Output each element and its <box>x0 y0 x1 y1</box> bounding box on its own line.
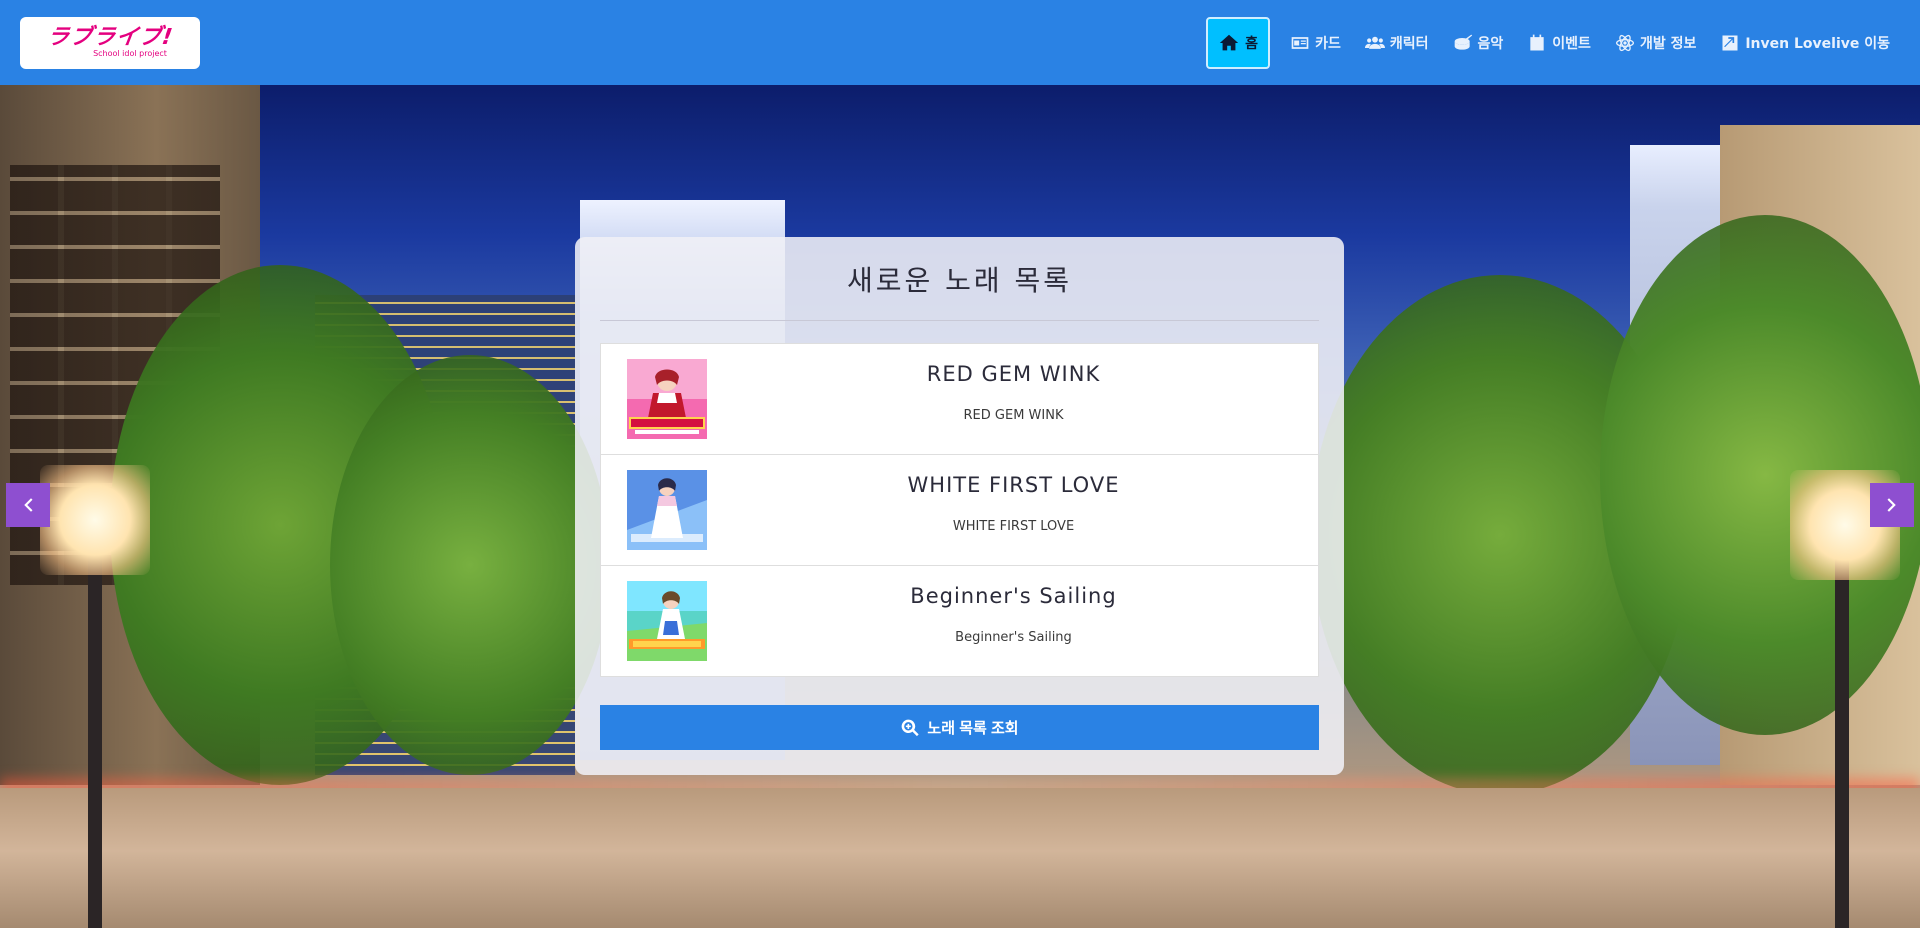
nav-menu: 홈 카드 캐릭터 음악 이벤트 개발 정보 Inven Lovelive 이동 <box>1206 0 1900 85</box>
nav-item-label: Inven Lovelive 이동 <box>1745 35 1890 52</box>
nav-item-home[interactable]: 홈 <box>1206 16 1271 69</box>
nav-item-label: 홈 <box>1245 35 1259 52</box>
nav-item-label: 개발 정보 <box>1639 35 1697 52</box>
song-thumbnail <box>627 581 707 661</box>
song-thumbnail <box>627 470 707 550</box>
nav-item-dev-info[interactable]: 개발 정보 <box>1605 17 1706 69</box>
atom-icon <box>1615 34 1634 51</box>
list-item[interactable]: Beginner's Sailing Beginner's Sailing <box>601 566 1318 677</box>
calendar-icon <box>1530 34 1544 50</box>
chevron-left-icon <box>24 498 33 512</box>
carousel-next-button[interactable] <box>1870 483 1914 527</box>
song-thumbnail <box>627 359 707 439</box>
carousel-prev-button[interactable] <box>6 483 50 527</box>
drum-icon <box>1454 34 1472 50</box>
tree <box>330 355 610 775</box>
song-subtitle: Beginner's Sailing <box>955 630 1072 645</box>
song-list: RED GEM WINK RED GEM WINK WHITE FIRST LO… <box>600 343 1319 677</box>
navbar: ラブライブ! School idol project 홈 카드 캐릭터 음악 이… <box>0 0 1920 85</box>
nav-item-inven-link[interactable]: Inven Lovelive 이동 <box>1710 17 1900 69</box>
nav-item-label: 이벤트 <box>1552 35 1591 52</box>
nav-item-characters[interactable]: 캐릭터 <box>1355 17 1439 69</box>
new-songs-panel: 새로운 노래 목록 RED GEM WINK RED GEM WINK WHIT… <box>575 237 1344 775</box>
nav-item-label: 캐릭터 <box>1389 35 1429 52</box>
nav-item-events[interactable]: 이벤트 <box>1517 17 1601 69</box>
panel-divider <box>600 320 1319 321</box>
song-title: RED GEM WINK <box>926 362 1101 386</box>
song-subtitle: RED GEM WINK <box>963 408 1064 423</box>
external-link-icon <box>1722 35 1738 50</box>
logo-text: ラブライブ! <box>45 24 175 50</box>
plaza-ground <box>0 788 1920 928</box>
song-list-search-button[interactable]: 노래 목록 조회 <box>600 705 1319 750</box>
search-plus-icon <box>902 719 920 736</box>
site-logo[interactable]: ラブライブ! School idol project <box>20 16 200 69</box>
chevron-right-icon <box>1887 498 1896 512</box>
song-subtitle: WHITE FIRST LOVE <box>952 519 1075 534</box>
search-button-label: 노래 목록 조회 <box>927 720 1019 737</box>
logo-subtitle: School idol project <box>93 48 167 58</box>
panel-title: 새로운 노래 목록 <box>846 264 1073 297</box>
song-title: WHITE FIRST LOVE <box>907 473 1120 497</box>
nav-item-label: 음악 <box>1477 35 1504 52</box>
song-title: Beginner's Sailing <box>910 584 1117 608</box>
users-icon <box>1364 36 1385 49</box>
list-item[interactable]: WHITE FIRST LOVE WHITE FIRST LOVE <box>601 455 1318 566</box>
nav-item-music[interactable]: 음악 <box>1443 17 1514 69</box>
lamp-light <box>40 465 150 575</box>
list-item[interactable]: RED GEM WINK RED GEM WINK <box>601 344 1318 455</box>
home-icon <box>1220 34 1239 50</box>
nav-item-label: 카드 <box>1315 35 1341 52</box>
id-card-icon <box>1291 36 1309 49</box>
nav-item-cards[interactable]: 카드 <box>1280 17 1351 69</box>
